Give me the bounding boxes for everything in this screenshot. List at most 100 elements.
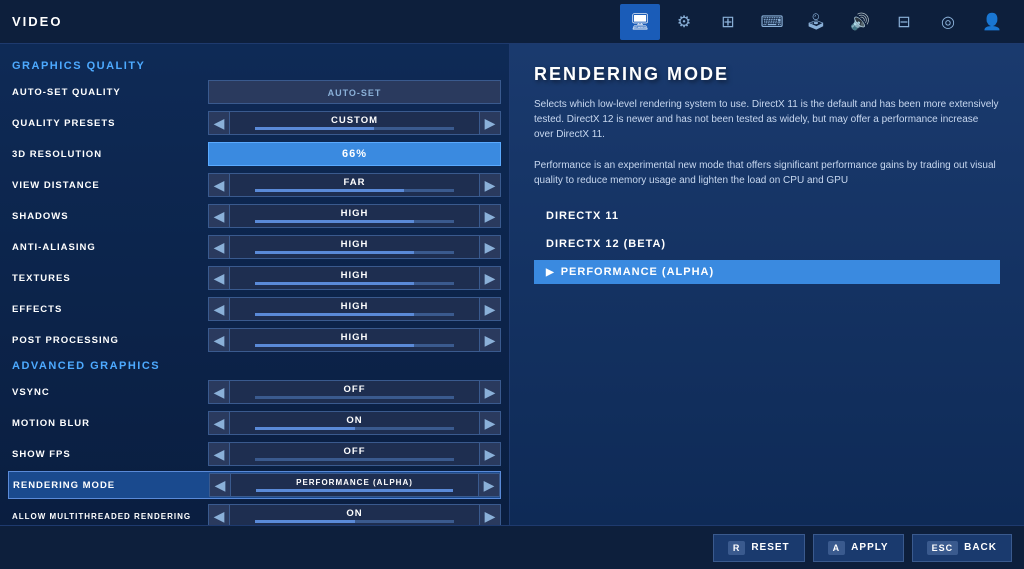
- value-bar-effects: [255, 313, 454, 316]
- control-autoset: AUTO-SET: [208, 78, 501, 106]
- resolution-control[interactable]: 66%: [208, 142, 501, 166]
- arrow-right-rendering-mode[interactable]: ▶: [478, 473, 500, 497]
- nav-person-btn[interactable]: 👤: [972, 4, 1012, 40]
- arrow-right-multithreaded[interactable]: ▶: [479, 504, 501, 525]
- label-motion-blur: MOTION BLUR: [8, 418, 208, 429]
- control-post-processing: ◀ HIGH ▶: [208, 326, 501, 354]
- arrow-left-rendering-mode[interactable]: ◀: [209, 473, 231, 497]
- control-3d-resolution: 66%: [208, 140, 501, 168]
- setting-row-motion-blur: MOTION BLUR ◀ ON ▶: [8, 409, 501, 437]
- right-panel-title: RENDERING MODE: [534, 64, 1000, 85]
- arrow-left-vsync[interactable]: ◀: [208, 380, 230, 404]
- control-anti-aliasing: ◀ HIGH ▶: [208, 233, 501, 261]
- setting-row-shadows: SHADOWS ◀ HIGH ▶: [8, 202, 501, 230]
- setting-row-autoset: AUTO-SET QUALITY AUTO-SET: [8, 78, 501, 106]
- arrow-left-quality-presets[interactable]: ◀: [208, 111, 230, 135]
- main-content: GRAPHICS QUALITY AUTO-SET QUALITY AUTO-S…: [0, 44, 1024, 525]
- arrow-right-view-distance[interactable]: ▶: [479, 173, 501, 197]
- label-post-processing: POST PROCESSING: [8, 335, 208, 346]
- arrow-left-motion-blur[interactable]: ◀: [208, 411, 230, 435]
- arrow-left-shadows[interactable]: ◀: [208, 204, 230, 228]
- setting-row-vsync: VSYNC ◀ OFF ▶: [8, 378, 501, 406]
- value-bar-motion-blur: [255, 427, 454, 430]
- arrow-left-view-distance[interactable]: ◀: [208, 173, 230, 197]
- value-bar-post-processing: [255, 344, 454, 347]
- value-text-quality-presets: CUSTOM: [331, 116, 378, 126]
- setting-row-rendering-mode[interactable]: RENDERING MODE ◀ PERFORMANCE (ALPHA) ▶: [8, 471, 501, 499]
- nav-gamepad-btn[interactable]: 🕹: [796, 4, 836, 40]
- setting-row-anti-aliasing: ANTI-ALIASING ◀ HIGH ▶: [8, 233, 501, 261]
- page-title: VIDEO: [12, 14, 62, 29]
- top-bar: VIDEO 🖥 ⚙ ⊞ ⌨ 🕹 🔊 ⊟ ◎ 👤: [0, 0, 1024, 44]
- nav-icons: 🖥 ⚙ ⊞ ⌨ 🕹 🔊 ⊟ ◎ 👤: [620, 4, 1012, 40]
- arrow-right-quality-presets[interactable]: ▶: [479, 111, 501, 135]
- nav-speaker-btn[interactable]: 🔊: [840, 4, 880, 40]
- value-display-multithreaded: ON: [230, 504, 479, 525]
- label-anti-aliasing: ANTI-ALIASING: [8, 242, 208, 253]
- reset-button[interactable]: R RESET: [713, 534, 805, 562]
- option-label-performance: PERFORMANCE (ALPHA): [561, 266, 714, 278]
- value-bar-shadows: [255, 220, 454, 223]
- value-display-anti-aliasing: HIGH: [230, 235, 479, 259]
- option-label-directx11: DIRECTX 11: [546, 210, 619, 222]
- label-view-distance: VIEW DISTANCE: [8, 180, 208, 191]
- graphics-quality-title: GRAPHICS QUALITY: [12, 60, 497, 72]
- value-bar-anti-aliasing: [255, 251, 454, 254]
- value-bar-view-distance: [255, 189, 454, 192]
- reset-label: RESET: [751, 542, 789, 553]
- setting-row-show-fps: SHOW FPS ◀ OFF ▶: [8, 440, 501, 468]
- setting-row-3d-resolution: 3D RESOLUTION 66%: [8, 140, 501, 168]
- control-motion-blur: ◀ ON ▶: [208, 409, 501, 437]
- setting-row-post-processing: POST PROCESSING ◀ HIGH ▶: [8, 326, 501, 354]
- value-text-show-fps: OFF: [344, 447, 366, 457]
- nav-gear-btn[interactable]: ⚙: [664, 4, 704, 40]
- setting-row-quality-presets: QUALITY PRESETS ◀ CUSTOM ▶: [8, 109, 501, 137]
- arrow-right-effects[interactable]: ▶: [479, 297, 501, 321]
- right-panel: RENDERING MODE Selects which low-level r…: [510, 44, 1024, 525]
- value-text-vsync: OFF: [344, 385, 366, 395]
- option-directx12[interactable]: DIRECTX 12 (BETA): [534, 232, 1000, 256]
- nav-network-btn[interactable]: ⊟: [884, 4, 924, 40]
- label-show-fps: SHOW FPS: [8, 449, 208, 460]
- arrow-right-show-fps[interactable]: ▶: [479, 442, 501, 466]
- nav-display-btn[interactable]: ⊞: [708, 4, 748, 40]
- value-display-motion-blur: ON: [230, 411, 479, 435]
- options-list: DIRECTX 11 DIRECTX 12 (BETA) ▶ PERFORMAN…: [534, 204, 1000, 284]
- arrow-left-show-fps[interactable]: ◀: [208, 442, 230, 466]
- arrow-right-shadows[interactable]: ▶: [479, 204, 501, 228]
- value-bar-show-fps: [255, 458, 454, 461]
- value-text-post-processing: HIGH: [341, 333, 369, 343]
- right-panel-desc1: Selects which low-level rendering system…: [534, 97, 1000, 142]
- arrow-right-textures[interactable]: ▶: [479, 266, 501, 290]
- nav-controller-btn[interactable]: ◎: [928, 4, 968, 40]
- value-bar-quality-presets: [255, 127, 454, 130]
- label-autoset: AUTO-SET QUALITY: [8, 87, 208, 98]
- apply-key: A: [828, 541, 846, 555]
- option-directx11[interactable]: DIRECTX 11: [534, 204, 1000, 228]
- arrow-left-post-processing[interactable]: ◀: [208, 328, 230, 352]
- left-panel: GRAPHICS QUALITY AUTO-SET QUALITY AUTO-S…: [0, 44, 510, 525]
- arrow-right-anti-aliasing[interactable]: ▶: [479, 235, 501, 259]
- back-label: BACK: [964, 542, 997, 553]
- back-button[interactable]: ESC BACK: [912, 534, 1012, 562]
- option-performance-alpha[interactable]: ▶ PERFORMANCE (ALPHA): [534, 260, 1000, 284]
- arrow-left-anti-aliasing[interactable]: ◀: [208, 235, 230, 259]
- apply-button[interactable]: A APPLY: [813, 534, 904, 562]
- value-display-textures: HIGH: [230, 266, 479, 290]
- value-display-vsync: OFF: [230, 380, 479, 404]
- arrow-right-post-processing[interactable]: ▶: [479, 328, 501, 352]
- control-multithreaded: ◀ ON ▶: [208, 502, 501, 525]
- arrow-left-textures[interactable]: ◀: [208, 266, 230, 290]
- auto-set-button[interactable]: AUTO-SET: [208, 80, 501, 104]
- nav-keyboard-btn[interactable]: ⌨: [752, 4, 792, 40]
- nav-monitor-btn[interactable]: 🖥: [620, 4, 660, 40]
- label-textures: TEXTURES: [8, 273, 208, 284]
- arrow-right-motion-blur[interactable]: ▶: [479, 411, 501, 435]
- arrow-left-multithreaded[interactable]: ◀: [208, 504, 230, 525]
- value-display-shadows: HIGH: [230, 204, 479, 228]
- label-shadows: SHADOWS: [8, 211, 208, 222]
- arrow-right-vsync[interactable]: ▶: [479, 380, 501, 404]
- arrow-left-effects[interactable]: ◀: [208, 297, 230, 321]
- value-display-show-fps: OFF: [230, 442, 479, 466]
- value-text-effects: HIGH: [341, 302, 369, 312]
